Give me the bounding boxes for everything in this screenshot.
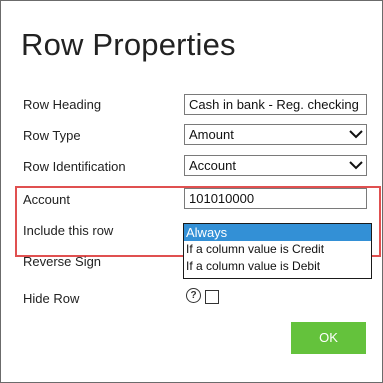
row-identification-value: Account	[189, 158, 236, 173]
chevron-down-icon	[349, 130, 363, 139]
include-row-listbox[interactable]: Always If a column value is Credit If a …	[183, 223, 372, 279]
dialog-title: Row Properties	[21, 27, 236, 62]
option-always[interactable]: Always	[184, 224, 371, 241]
row-identification-label: Row Identification	[23, 159, 126, 174]
row-heading-label: Row Heading	[23, 97, 102, 112]
row-type-label: Row Type	[23, 128, 81, 143]
option-debit[interactable]: If a column value is Debit	[184, 258, 371, 275]
option-credit[interactable]: If a column value is Credit	[184, 241, 371, 258]
chevron-down-icon	[349, 161, 363, 170]
row-identification-select[interactable]: Account	[184, 155, 367, 176]
row-type-select[interactable]: Amount	[184, 124, 367, 145]
row-properties-dialog: Row Properties Row Heading Cash in bank …	[0, 0, 383, 383]
row-heading-input[interactable]: Cash in bank - Reg. checking	[184, 94, 367, 115]
row-type-value: Amount	[189, 127, 234, 142]
include-this-row-label: Include this row	[23, 223, 114, 238]
hide-row-checkbox[interactable]	[205, 290, 219, 304]
row-heading-value: Cash in bank - Reg. checking	[189, 97, 359, 112]
reverse-sign-label: Reverse Sign	[23, 254, 102, 269]
help-icon[interactable]: ?	[186, 288, 201, 303]
hide-row-label: Hide Row	[23, 291, 80, 306]
ok-button[interactable]: OK	[291, 322, 366, 354]
